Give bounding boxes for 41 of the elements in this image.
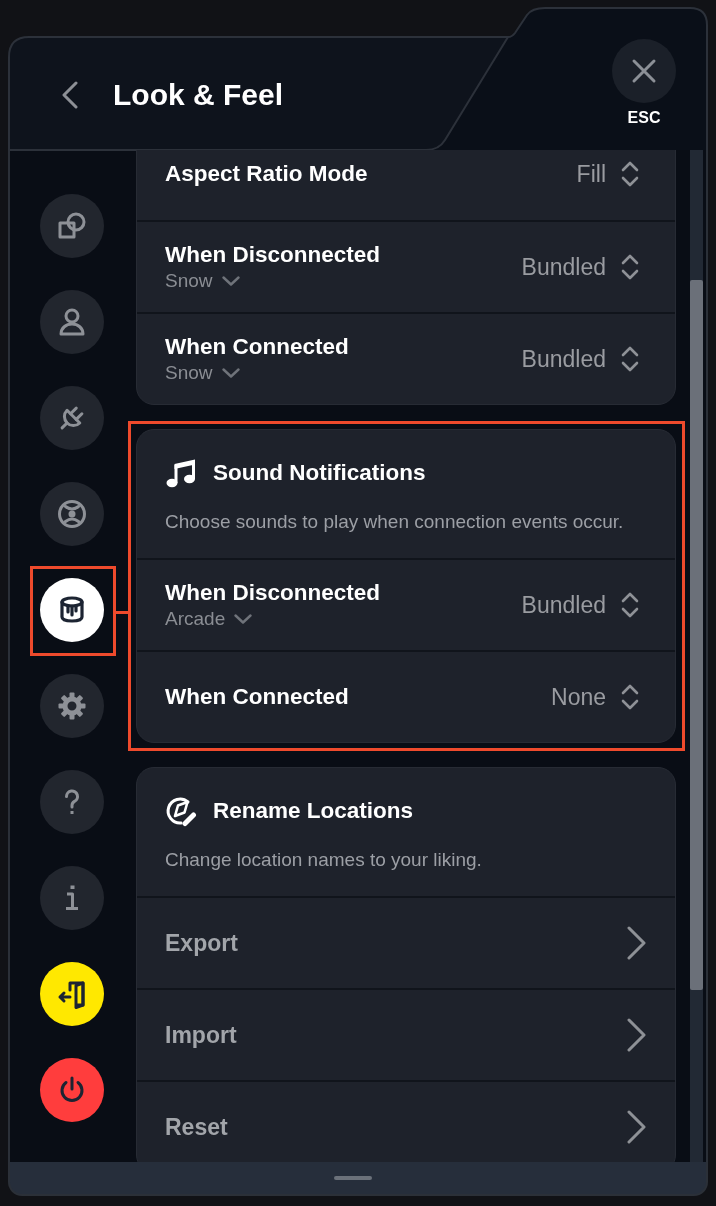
option-dropdown[interactable]: Snow — [165, 269, 240, 293]
card-description: Choose sounds to play when connection events occur. — [165, 510, 625, 534]
setting-label: Aspect Ratio Mode — [165, 160, 368, 188]
setting-label: When Disconnected — [165, 241, 381, 269]
chevron-right-icon — [626, 926, 646, 960]
menu-item[interactable]: Import — [137, 988, 675, 1080]
menu-item[interactable]: Export — [137, 896, 675, 988]
compass-pencil-icon — [165, 795, 197, 827]
value-selector[interactable]: Bundled — [521, 345, 639, 373]
scrollbar-thumb[interactable] — [690, 280, 703, 990]
shortcut-label: ESC — [627, 109, 661, 127]
value-selector[interactable]: Bundled — [521, 591, 639, 619]
chevron-down-icon — [234, 614, 253, 624]
chevron-up-down-icon — [621, 346, 639, 372]
card-title: Sound Notifications — [213, 459, 426, 487]
setting-label: When Connected — [165, 333, 349, 361]
value-selector[interactable]: None — [551, 683, 639, 711]
music-note-icon — [165, 457, 197, 489]
value-selector[interactable]: Fill — [576, 160, 639, 188]
option-dropdown[interactable]: Arcade — [165, 607, 253, 631]
option-dropdown[interactable]: Snow — [165, 361, 240, 385]
shapes-icon — [56, 210, 88, 242]
chevron-down-icon — [221, 368, 240, 378]
setting-label: When Disconnected — [165, 579, 381, 607]
drag-handle[interactable] — [334, 1176, 372, 1180]
chevron-up-down-icon — [621, 161, 639, 187]
chevron-up-down-icon — [621, 254, 639, 280]
card-description: Change location names to your liking. — [165, 848, 483, 872]
chevron-up-down-icon — [621, 684, 639, 710]
chevron-right-icon — [626, 1018, 646, 1052]
chevron-left-icon — [62, 81, 78, 109]
chevron-right-icon — [626, 1110, 646, 1144]
page-title: Look & Feel — [113, 77, 284, 113]
setting-label: When Connected — [165, 683, 349, 711]
card-title: Rename Locations — [213, 797, 414, 825]
chevron-down-icon — [221, 276, 240, 286]
settings-icon — [56, 690, 88, 722]
ring-dot-icon — [56, 498, 88, 530]
close-icon — [631, 58, 657, 84]
chevron-up-down-icon — [621, 592, 639, 618]
value-selector[interactable]: Bundled — [521, 253, 639, 281]
